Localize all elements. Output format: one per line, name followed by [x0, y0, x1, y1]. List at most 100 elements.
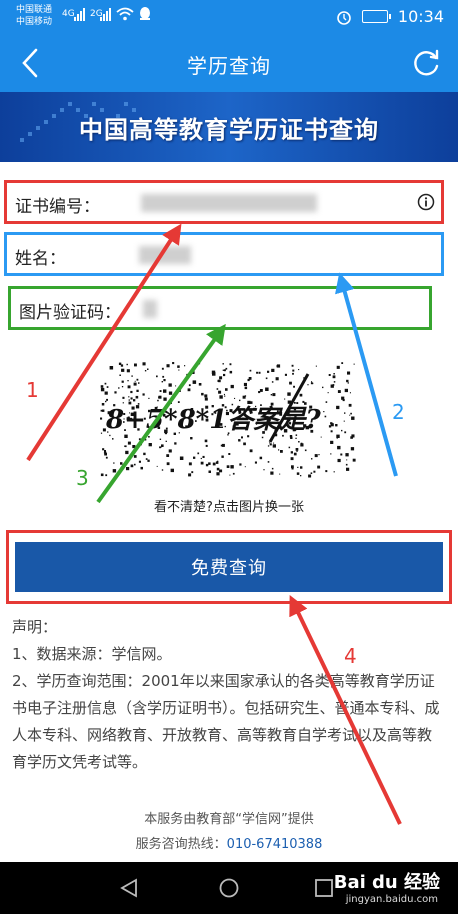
- captcha-noise-dot: [345, 453, 349, 457]
- captcha-noise-dot: [126, 369, 130, 373]
- info-icon[interactable]: [417, 193, 435, 211]
- captcha-noise-dot: [229, 370, 233, 374]
- captcha-noise-dot: [100, 432, 103, 434]
- captcha-noise-dot: [121, 380, 124, 383]
- cert-number-field[interactable]: 证书编号：: [4, 180, 444, 224]
- captcha-noise-dot: [125, 461, 128, 464]
- captcha-noise-dot: [346, 459, 348, 461]
- captcha-noise-dot: [344, 412, 346, 414]
- captcha-noise-dot: [223, 373, 226, 377]
- recents-square-icon[interactable]: [314, 878, 334, 898]
- footer-provider: 本服务由教育部“学信网”提供: [144, 812, 314, 827]
- captcha-noise-dot: [122, 396, 125, 399]
- captcha-noise-dot: [120, 462, 123, 465]
- captcha-noise-dot: [211, 370, 216, 374]
- captcha-noise-dot: [267, 445, 270, 447]
- captcha-noise-dot: [292, 369, 295, 372]
- annotation-number-4: 4: [344, 644, 357, 668]
- captcha-noise-dot: [298, 441, 300, 443]
- hotline-number[interactable]: 010-67410388: [227, 837, 323, 852]
- captcha-noise-dot: [289, 381, 292, 385]
- captcha-noise-dot: [190, 437, 193, 440]
- captcha-noise-dot: [293, 452, 297, 456]
- captcha-noise-dot: [348, 403, 352, 407]
- captcha-noise-dot: [217, 460, 219, 462]
- captcha-noise-dot: [300, 466, 303, 469]
- captcha-noise-dot: [126, 363, 128, 366]
- name-field[interactable]: 姓名：: [4, 232, 444, 276]
- captcha-noise-dot: [307, 384, 309, 386]
- captcha-noise-dot: [202, 455, 205, 458]
- captcha-noise-dot: [327, 392, 329, 394]
- captcha-noise-dot: [299, 393, 303, 397]
- captcha-noise-dot: [147, 459, 150, 462]
- refresh-icon[interactable]: [410, 46, 442, 80]
- declaration-line-2: 2、学历查询范围：2001年以来国家承认的各类高等教育学历证书电子注册信息（含学…: [12, 672, 440, 771]
- captcha-noise-dot: [323, 411, 325, 413]
- captcha-noise-dot: [234, 397, 236, 399]
- home-circle-icon[interactable]: [218, 877, 240, 899]
- captcha-noise-dot: [191, 471, 194, 474]
- captcha-noise-dot: [102, 448, 105, 451]
- captcha-noise-dot: [219, 376, 223, 380]
- signal-icon: [74, 8, 85, 21]
- captcha-noise-dot: [340, 453, 343, 456]
- back-triangle-icon[interactable]: [118, 878, 140, 898]
- captcha-noise-dot: [276, 365, 279, 368]
- network-type-1: 4G: [62, 9, 75, 19]
- captcha-noise-dot: [273, 442, 275, 444]
- captcha-noise-dot: [222, 369, 224, 371]
- name-label: 姓名：: [15, 249, 66, 269]
- captcha-noise-dot: [201, 392, 204, 396]
- captcha-noise-dot: [168, 391, 173, 395]
- captcha-noise-dot: [288, 446, 291, 449]
- captcha-noise-dot: [243, 442, 246, 446]
- captcha-noise-dot: [128, 396, 130, 398]
- captcha-noise-dot: [104, 382, 107, 385]
- captcha-noise-dot: [341, 396, 345, 400]
- captcha-noise-dot: [168, 383, 172, 387]
- captcha-noise-dot: [324, 415, 327, 418]
- cert-number-label: 证书编号：: [15, 197, 100, 217]
- captcha-noise-dot: [124, 434, 128, 438]
- captcha-noise-dot: [159, 446, 161, 449]
- baidu-watermark: Bai du 经验: [333, 872, 440, 893]
- captcha-field[interactable]: 图片验证码：: [8, 286, 432, 330]
- declaration-line-1: 1、数据来源：学信网。: [12, 645, 172, 663]
- captcha-noise-dot: [172, 362, 175, 365]
- captcha-noise-dot: [287, 392, 291, 396]
- captcha-noise-dot: [265, 377, 268, 380]
- captcha-noise-dot: [118, 362, 122, 365]
- captcha-noise-dot: [256, 371, 258, 374]
- captcha-noise-dot: [284, 398, 286, 400]
- captcha-noise-dot: [350, 447, 355, 451]
- captcha-noise-dot: [247, 400, 251, 404]
- captcha-noise-dot: [219, 470, 221, 472]
- captcha-noise-dot: [174, 442, 177, 445]
- captcha-noise-dot: [300, 475, 302, 477]
- captcha-noise-dot: [300, 443, 304, 447]
- captcha-noise-dot: [230, 465, 234, 469]
- captcha-image[interactable]: 8+5*8*1答案是?: [100, 362, 358, 480]
- captcha-noise-dot: [229, 363, 232, 366]
- carrier-info: 中国联通 中国移动: [16, 4, 52, 28]
- query-button-highlight: 免费查询: [6, 530, 452, 604]
- captcha-noise-dot: [163, 397, 167, 401]
- captcha-noise-dot: [177, 401, 180, 403]
- captcha-noise-dot: [313, 470, 316, 473]
- captcha-noise-dot: [112, 469, 117, 473]
- captcha-noise-dot: [249, 449, 253, 453]
- captcha-noise-dot: [105, 400, 107, 403]
- captcha-noise-dot: [347, 382, 349, 384]
- captcha-noise-dot: [232, 472, 235, 475]
- captcha-noise-dot: [218, 379, 221, 383]
- captcha-noise-dot: [226, 465, 230, 468]
- captcha-noise-dot: [350, 412, 352, 415]
- captcha-noise-dot: [166, 462, 170, 466]
- captcha-noise-dot: [135, 447, 138, 450]
- name-value-blurred: [139, 246, 191, 264]
- captcha-noise-dot: [325, 401, 328, 403]
- free-query-button[interactable]: 免费查询: [15, 542, 443, 592]
- captcha-noise-dot: [120, 467, 122, 470]
- captcha-refresh-hint[interactable]: 看不清楚?点击图片换一张: [0, 496, 458, 515]
